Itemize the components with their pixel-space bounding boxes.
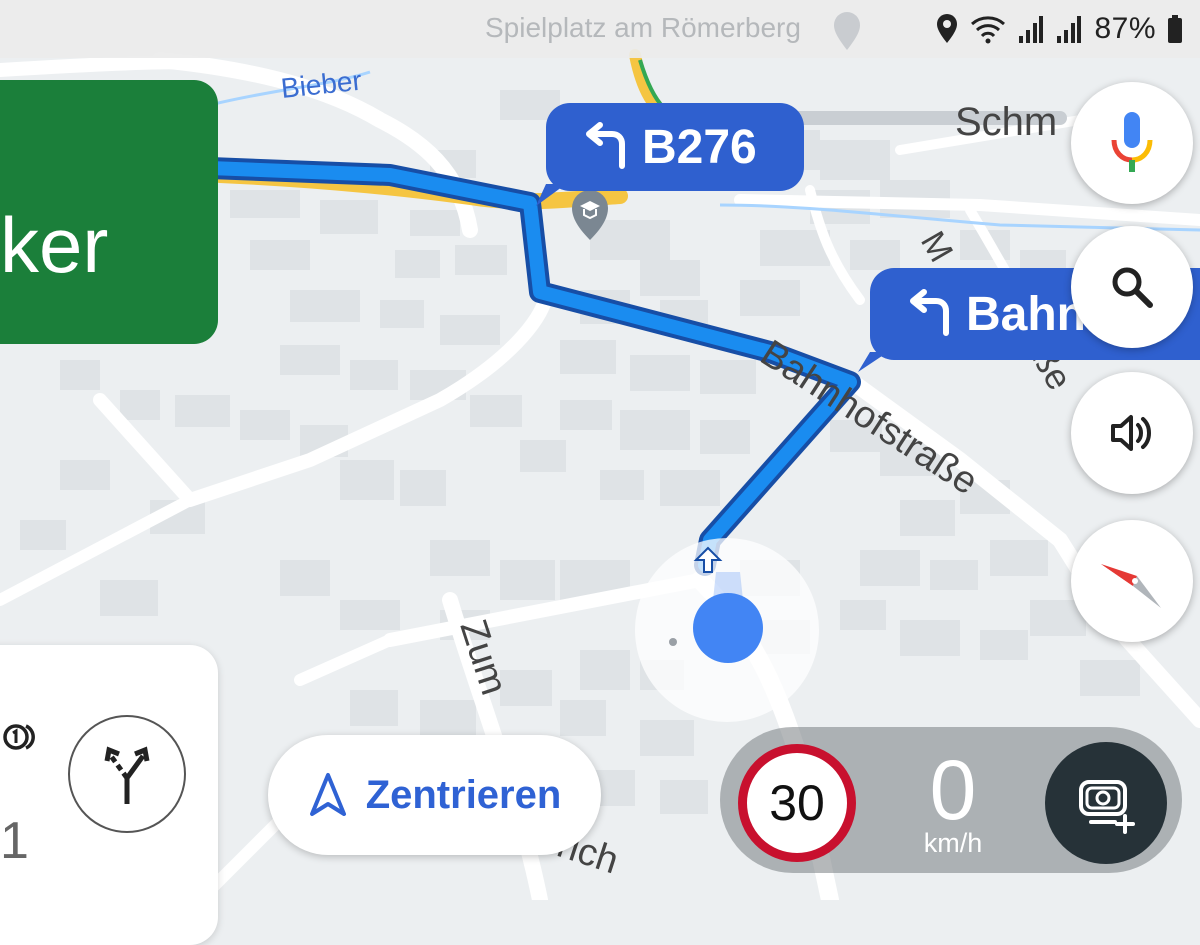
route-bubble-label: Bahn bbox=[966, 287, 1086, 341]
compass-button[interactable] bbox=[1071, 520, 1193, 642]
bubble-tail bbox=[858, 352, 888, 372]
current-speed: 0 bbox=[929, 743, 977, 837]
current-position-marker bbox=[635, 538, 819, 722]
trip-info-card[interactable]: 1 bbox=[0, 645, 218, 945]
turn-left-icon bbox=[910, 289, 949, 336]
add-report-button[interactable] bbox=[1045, 742, 1167, 864]
sound-button[interactable] bbox=[1071, 372, 1193, 494]
place-label-playground: Spielplatz am Römerberg bbox=[485, 12, 801, 43]
battery-percent: 87% bbox=[1094, 12, 1156, 45]
microphone-icon bbox=[1111, 112, 1153, 172]
bubble-tail bbox=[536, 184, 566, 206]
trip-info-partial-value: 1 bbox=[0, 812, 29, 870]
recenter-label: Zentrieren bbox=[365, 772, 562, 817]
status-bar: Spielplatz am Römerberg 87% bbox=[0, 0, 1200, 58]
label-schm: Schm bbox=[955, 100, 1057, 144]
location-icon bbox=[937, 14, 958, 43]
turn-left-icon bbox=[586, 122, 625, 169]
fork-road-button[interactable] bbox=[68, 715, 186, 833]
toll-icon bbox=[3, 724, 35, 750]
volume-icon bbox=[1111, 415, 1151, 451]
search-button[interactable] bbox=[1071, 226, 1193, 348]
battery-icon bbox=[1168, 15, 1182, 43]
navigation-arrow-icon bbox=[309, 773, 346, 816]
compass-icon bbox=[1101, 564, 1161, 608]
speed-limit-value: 30 bbox=[769, 775, 825, 831]
add-report-icon bbox=[1079, 780, 1135, 834]
signal-2-icon bbox=[1057, 16, 1082, 43]
speed-unit: km/h bbox=[923, 828, 983, 858]
next-turn-street: ker bbox=[0, 201, 109, 289]
fork-road-icon bbox=[104, 746, 150, 804]
route-bubble-b276[interactable]: B276 bbox=[546, 103, 804, 191]
speed-limit-sign: 30 bbox=[738, 744, 856, 862]
recenter-button[interactable]: Zentrieren bbox=[268, 735, 601, 855]
next-turn-card[interactable]: ker bbox=[0, 80, 218, 344]
route-bubble-label: B276 bbox=[642, 120, 757, 174]
search-icon bbox=[1112, 267, 1153, 308]
wifi-icon bbox=[971, 16, 1006, 44]
signal-1-icon bbox=[1019, 16, 1044, 43]
voice-search-button[interactable] bbox=[1071, 82, 1193, 204]
place-pin-icon bbox=[834, 12, 860, 50]
